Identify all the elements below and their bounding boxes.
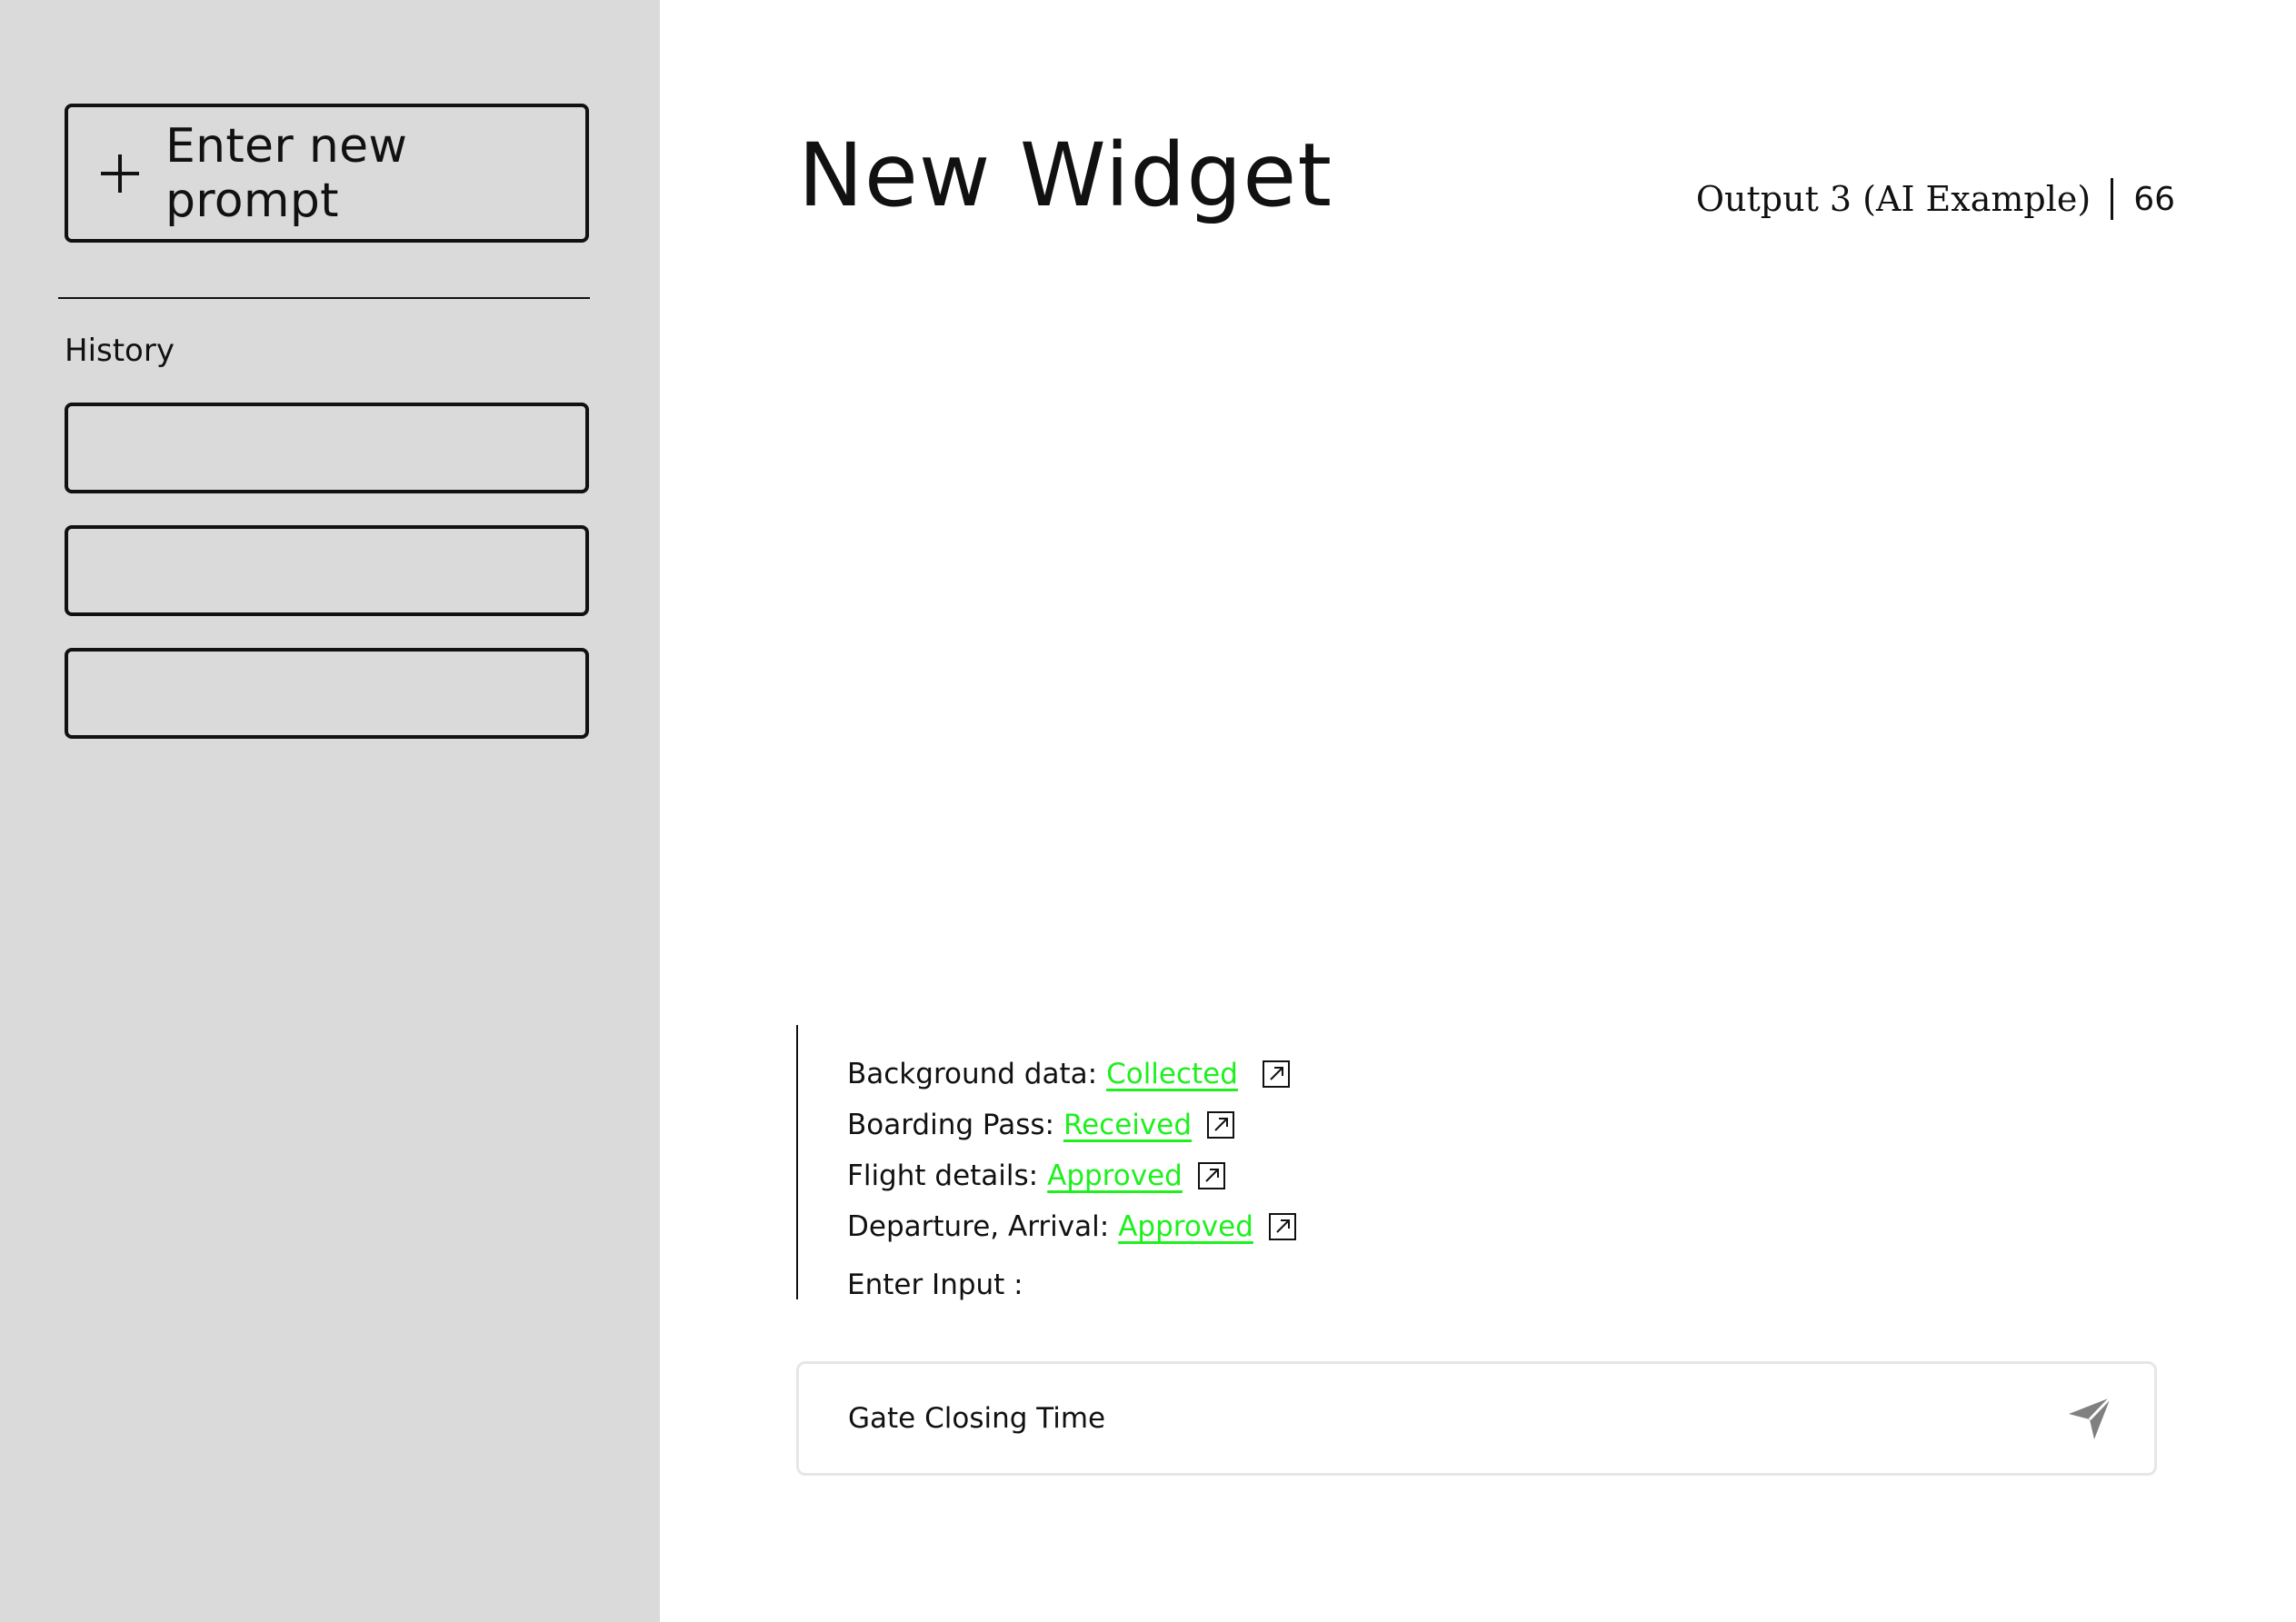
output-count: 66 [2133, 180, 2175, 218]
output-info: Output 3 (AI Example) 66 [1696, 178, 2175, 220]
prompt-input-box [796, 1361, 2157, 1476]
send-icon[interactable] [2065, 1394, 2114, 1443]
status-label: Boarding Pass: [847, 1109, 1054, 1141]
status-row-background-data: Background data: Collected [847, 1058, 1291, 1090]
history-item[interactable] [65, 525, 589, 616]
sidebar: Enter new prompt History [0, 0, 660, 1622]
status-label: Flight details: [847, 1159, 1039, 1192]
status-row-flight-details: Flight details: Approved [847, 1159, 1226, 1192]
external-link-icon[interactable] [1197, 1161, 1226, 1190]
new-prompt-label: Enter new prompt [165, 118, 408, 228]
status-row-boarding-pass: Boarding Pass: Received [847, 1109, 1235, 1141]
history-heading: History [65, 333, 175, 369]
output-label: Output 3 (AI Example) [1695, 179, 2091, 219]
external-link-icon[interactable] [1206, 1110, 1235, 1139]
enter-input-label: Enter Input : [847, 1269, 1023, 1301]
status-label: Departure, Arrival: [847, 1210, 1110, 1243]
status-value-link[interactable]: Approved [1118, 1210, 1253, 1243]
history-item[interactable] [65, 403, 589, 493]
page-title: New Widget [798, 124, 1333, 226]
status-label: Background data: [847, 1058, 1098, 1090]
status-value-link[interactable]: Collected [1106, 1058, 1238, 1090]
plus-icon [101, 154, 139, 193]
output-separator [2111, 178, 2114, 220]
history-item[interactable] [65, 648, 589, 739]
status-value-link[interactable]: Received [1063, 1109, 1192, 1141]
prompt-input[interactable] [848, 1402, 2065, 1435]
new-prompt-button[interactable]: Enter new prompt [65, 104, 589, 243]
app-window: Enter new prompt History New Widget Outp… [0, 0, 2296, 1622]
external-link-icon[interactable] [1262, 1060, 1291, 1089]
status-row-departure-arrival: Departure, Arrival: Approved [847, 1210, 1297, 1243]
status-value-link[interactable]: Approved [1047, 1159, 1183, 1192]
status-list: Background data: Collected Boarding Pass… [796, 1025, 1434, 1301]
sidebar-divider [58, 297, 590, 299]
external-link-icon[interactable] [1268, 1212, 1297, 1241]
